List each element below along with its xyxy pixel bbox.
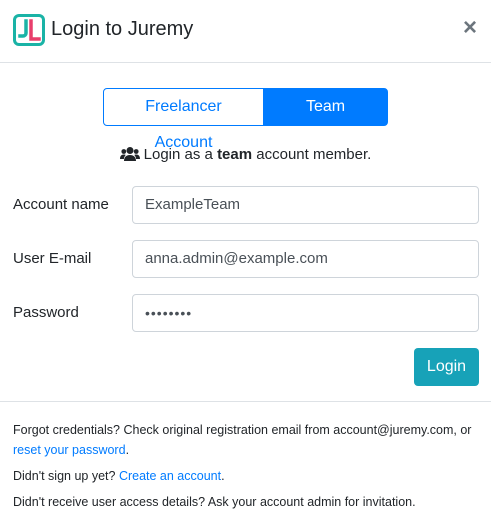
info-suffix: account member.	[256, 146, 372, 163]
info-bold: team	[217, 146, 253, 163]
email-row: User E-mail anna.admin@example.com	[0, 240, 491, 278]
account-name-row: Account name ExampleTeam	[0, 186, 491, 224]
password-input[interactable]: ••••••••	[132, 294, 479, 332]
password-row: Password ••••••••	[0, 294, 491, 332]
forgot-credentials-text: Forgot credentials? Check original regis…	[13, 420, 478, 460]
login-mode-info: Login as a team account member.	[0, 144, 491, 169]
team-account-button[interactable]: Team Account	[263, 88, 388, 151]
email-input[interactable]: anna.admin@example.com	[132, 240, 479, 278]
account-name-input[interactable]: ExampleTeam	[132, 186, 479, 224]
freelancer-account-button[interactable]: Freelancer Account	[103, 88, 264, 151]
modal-header: Login to Juremy ×	[0, 0, 491, 63]
access-details-text: Didn't receive user access details? Ask …	[13, 495, 416, 509]
password-label: Password	[13, 304, 79, 321]
reset-password-link[interactable]: reset your password	[13, 443, 126, 457]
email-label: User E-mail	[13, 250, 92, 267]
period: .	[125, 443, 130, 457]
users-icon	[119, 146, 140, 169]
period: .	[221, 469, 225, 483]
juremy-logo	[13, 14, 45, 46]
info-prefix: Login as a	[143, 146, 213, 163]
account-name-label: Account name	[13, 196, 109, 213]
create-account-link[interactable]: Create an account	[119, 469, 221, 483]
close-icon[interactable]: ×	[460, 15, 480, 41]
modal-title: Login to Juremy	[51, 18, 194, 40]
login-button[interactable]: Login	[414, 348, 479, 386]
signup-text: Didn't sign up yet? Create an account.	[13, 466, 478, 486]
signup-prompt: Didn't sign up yet?	[13, 469, 116, 483]
account-type-toggle: Freelancer Account Team Account	[103, 88, 388, 151]
modal-footer: Forgot credentials? Check original regis…	[0, 401, 491, 513]
forgot-text: Forgot credentials? Check original regis…	[13, 423, 472, 437]
